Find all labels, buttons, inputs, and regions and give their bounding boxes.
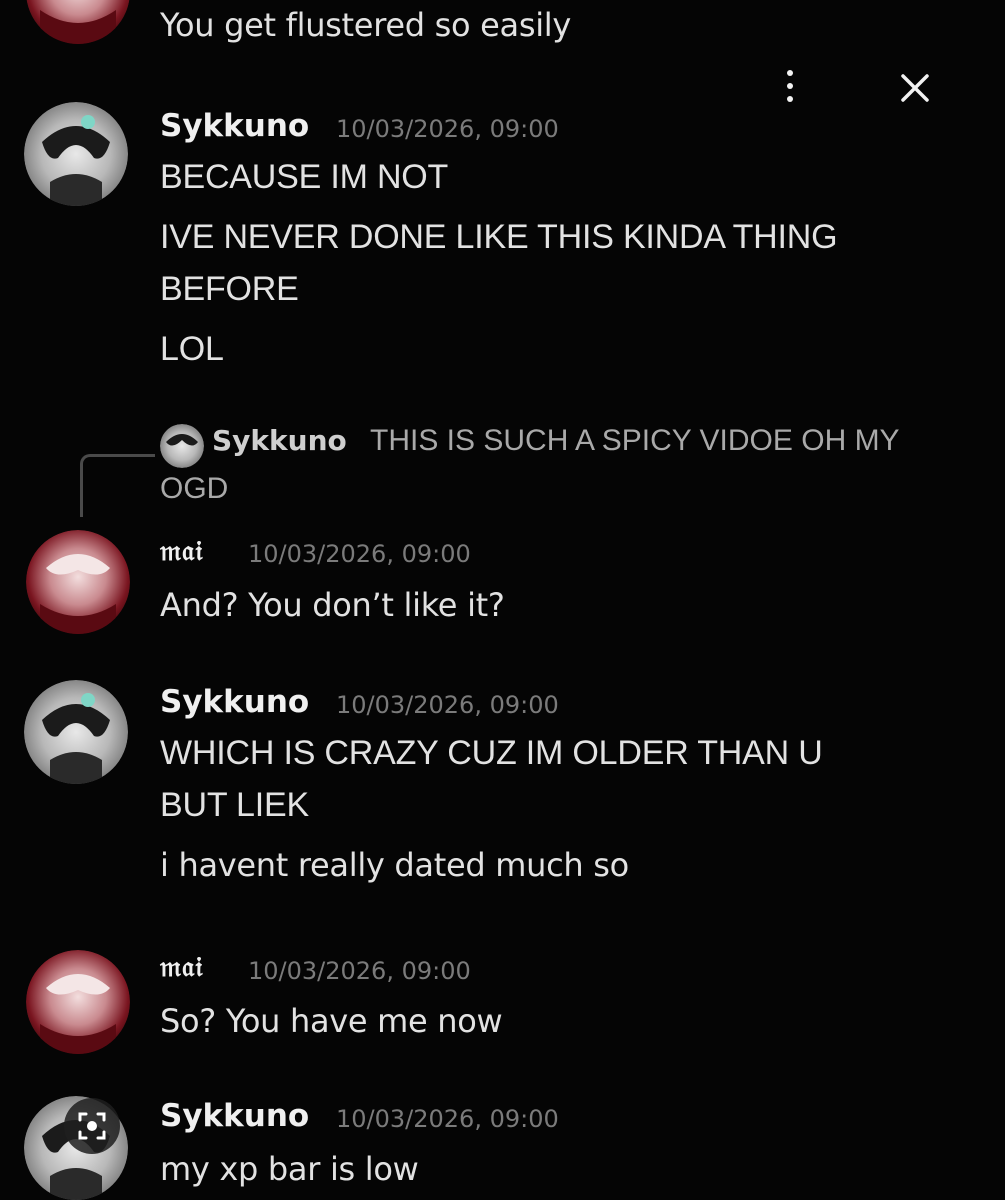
message-line: BEFORE — [160, 270, 299, 308]
reply-connector — [80, 454, 155, 517]
author-name[interactable]: Sykkuno — [160, 1098, 309, 1134]
message-text-top: You get flustered so easily — [160, 6, 572, 44]
visual-search-button[interactable] — [64, 1098, 120, 1154]
message-line: WHICH IS CRAZY CUZ IM OLDER THAN U — [160, 734, 823, 772]
author-name[interactable]: 𝔪𝔞𝔦 — [160, 534, 203, 568]
message-line: So? You have me now — [160, 1002, 503, 1040]
more-options-button[interactable] — [770, 66, 810, 106]
reply-preview-text[interactable]: OGD — [160, 472, 228, 506]
author-name[interactable]: Sykkuno — [160, 684, 309, 720]
menu-dot — [787, 83, 793, 89]
avatar-mai[interactable] — [26, 950, 130, 1054]
reply-avatar — [160, 424, 204, 468]
timestamp: 10/03/2026, 09:00 — [248, 957, 471, 985]
timestamp: 10/03/2026, 09:00 — [336, 691, 559, 719]
message-line: my xp bar is low — [160, 1150, 419, 1188]
message-line: BECAUSE IM NOT — [160, 158, 449, 196]
avatar-mai-top[interactable] — [26, 0, 130, 44]
menu-dot — [787, 96, 793, 102]
reply-preview-text[interactable]: THIS IS SUCH A SPICY VIDOE OH MY — [370, 424, 900, 458]
message-line: And? You don’t like it? — [160, 586, 505, 624]
author-name[interactable]: 𝔪𝔞𝔦 — [160, 950, 203, 984]
close-button[interactable] — [893, 66, 937, 110]
author-name[interactable]: Sykkuno — [160, 108, 309, 144]
avatar-mai[interactable] — [26, 530, 130, 634]
avatar-sykkuno[interactable] — [24, 102, 128, 206]
reply-author[interactable]: Sykkuno — [212, 424, 347, 457]
menu-dot — [787, 70, 793, 76]
message-line: i havent really dated much so — [160, 846, 629, 884]
message-line: LOL — [160, 330, 224, 368]
avatar-sykkuno[interactable] — [24, 680, 128, 784]
timestamp: 10/03/2026, 09:00 — [336, 1105, 559, 1133]
timestamp: 10/03/2026, 09:00 — [336, 115, 559, 143]
message-line: IVE NEVER DONE LIKE THIS KINDA THING — [160, 218, 838, 256]
message-line: BUT LIEK — [160, 786, 309, 824]
close-icon — [901, 74, 929, 102]
visual-search-icon — [78, 1112, 106, 1140]
timestamp: 10/03/2026, 09:00 — [248, 540, 471, 568]
